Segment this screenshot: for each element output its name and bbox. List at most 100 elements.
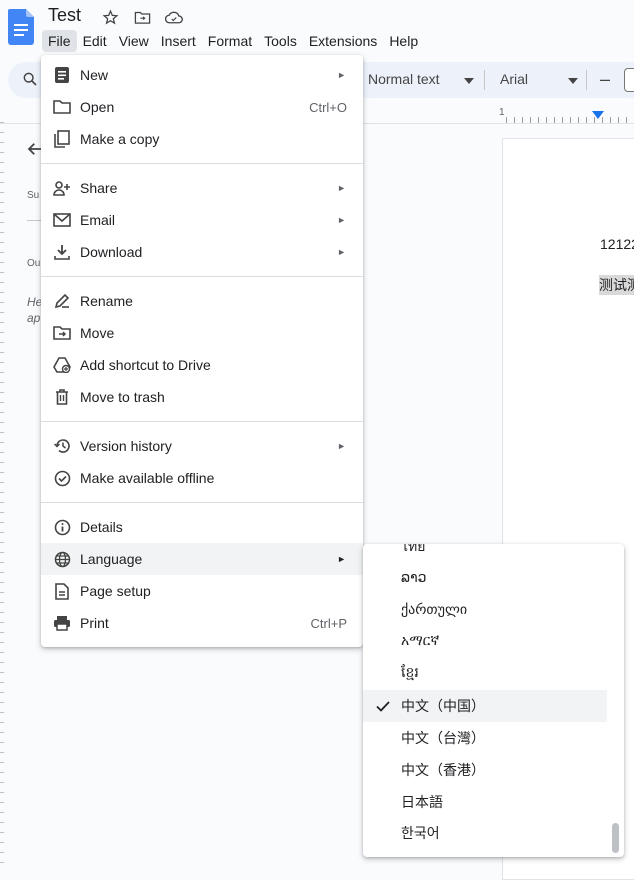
- ruler-number: 1: [499, 107, 505, 118]
- toolbar-divider: [484, 70, 485, 90]
- paragraph-style-select[interactable]: Normal text: [368, 71, 474, 87]
- menu-item-open[interactable]: Open Ctrl+O: [41, 91, 363, 123]
- cloud-saved-icon[interactable]: [164, 8, 184, 26]
- summary-label: Su: [27, 190, 40, 201]
- menu-item-label: Share: [80, 180, 118, 196]
- offline-icon: [53, 469, 71, 487]
- checkmark-icon: [376, 701, 390, 712]
- person-add-icon: [53, 179, 71, 197]
- menu-item-download[interactable]: Download ►: [41, 236, 363, 268]
- menu-item-label: Details: [80, 519, 123, 535]
- language-label: ខ្មែរ: [401, 664, 419, 681]
- docs-logo-icon[interactable]: [8, 9, 34, 45]
- copy-icon: [53, 130, 71, 148]
- print-icon: [53, 614, 71, 632]
- menu-tools[interactable]: Tools: [258, 30, 303, 52]
- history-icon: [53, 437, 71, 455]
- paragraph-style-value: Normal text: [368, 71, 440, 87]
- font-size-input[interactable]: [624, 68, 634, 92]
- menu-extensions[interactable]: Extensions: [303, 30, 383, 52]
- menu-item-label: Move to trash: [80, 389, 165, 405]
- shortcut-text: Ctrl+O: [309, 99, 347, 115]
- menu-edit[interactable]: Edit: [77, 30, 113, 52]
- menu-item-add-shortcut[interactable]: Add shortcut to Drive: [41, 349, 363, 381]
- menu-item-label: Version history: [80, 438, 172, 454]
- menu-item-page-setup[interactable]: Page setup: [41, 575, 363, 607]
- menu-item-label: Make a copy: [80, 131, 160, 147]
- menu-help[interactable]: Help: [383, 30, 424, 52]
- title-actions: [100, 8, 184, 26]
- language-label: 日本語: [401, 795, 443, 811]
- language-item-thai[interactable]: ไทย: [363, 544, 607, 563]
- menu-view[interactable]: View: [113, 30, 155, 52]
- language-item-chinese-taiwan[interactable]: 中文（台灣）: [363, 722, 607, 754]
- file-menu: New ► Open Ctrl+O Make a copy Share ► Em…: [41, 55, 363, 647]
- menu-item-make-available-offline[interactable]: Make available offline: [41, 462, 363, 494]
- move-folder-icon: [53, 324, 71, 342]
- menu-item-language[interactable]: Language ►: [41, 543, 363, 575]
- language-item-khmer[interactable]: ខ្មែរ: [363, 657, 607, 689]
- menu-item-label: Email: [80, 212, 116, 228]
- doc-icon: [53, 66, 71, 84]
- menu-item-rename[interactable]: Rename: [41, 285, 363, 317]
- menu-item-email[interactable]: Email ►: [41, 204, 363, 236]
- language-label: ລາວ: [401, 570, 427, 586]
- menu-item-label: Page setup: [80, 583, 151, 599]
- menu-divider: [41, 163, 363, 164]
- menu-item-new[interactable]: New ►: [41, 59, 363, 91]
- menu-item-label: Add shortcut to Drive: [80, 357, 211, 373]
- menu-item-move[interactable]: Move: [41, 317, 363, 349]
- menu-item-label: Make available offline: [80, 470, 215, 486]
- menu-file[interactable]: File: [42, 30, 77, 52]
- menu-format[interactable]: Format: [202, 30, 258, 52]
- language-item-korean[interactable]: 한국어: [363, 817, 607, 849]
- menu-divider: [41, 276, 363, 277]
- language-label: 한국어: [401, 826, 440, 842]
- submenu-arrow-icon: ►: [337, 215, 346, 225]
- language-item-georgian[interactable]: ქართული: [363, 594, 607, 626]
- shortcut-text: Ctrl+P: [310, 615, 347, 631]
- language-label: 中文（香港）: [401, 763, 485, 779]
- submenu-arrow-icon: ►: [337, 441, 346, 451]
- language-item-chinese-china[interactable]: 中文（中国）: [363, 690, 607, 722]
- document-line-1[interactable]: 12122: [600, 236, 634, 252]
- trash-icon: [53, 388, 71, 406]
- menu-item-print[interactable]: Print Ctrl+P: [41, 607, 363, 639]
- language-item-lao[interactable]: ລາວ: [363, 562, 607, 594]
- globe-icon: [53, 550, 71, 568]
- folder-icon: [53, 98, 71, 116]
- move-folder-icon[interactable]: [132, 8, 152, 26]
- language-label: አማርኛ: [401, 633, 440, 649]
- menu-divider: [41, 421, 363, 422]
- menu-item-move-to-trash[interactable]: Move to trash: [41, 381, 363, 413]
- menu-item-make-a-copy[interactable]: Make a copy: [41, 123, 363, 155]
- menu-item-label: Open: [80, 99, 115, 115]
- menu-item-details[interactable]: Details: [41, 511, 363, 543]
- language-item-japanese[interactable]: 日本語: [363, 786, 607, 818]
- language-item-chinese-hong-kong[interactable]: 中文（香港）: [363, 754, 607, 786]
- menu-item-label: Download: [80, 244, 143, 260]
- search-menus-icon[interactable]: [22, 71, 38, 92]
- menu-divider: [41, 502, 363, 503]
- submenu-scrollbar[interactable]: [612, 823, 619, 853]
- menubar: File Edit View Insert Format Tools Exten…: [42, 30, 424, 52]
- menu-item-share[interactable]: Share ►: [41, 172, 363, 204]
- indent-marker[interactable]: [592, 111, 604, 119]
- vertical-ruler: [0, 122, 4, 863]
- menu-item-version-history[interactable]: Version history ►: [41, 430, 363, 462]
- outline-label: Ou: [27, 258, 41, 269]
- document-title[interactable]: Test: [48, 5, 81, 26]
- font-select[interactable]: Arial: [500, 71, 579, 87]
- menu-item-label: Rename: [80, 293, 133, 309]
- mail-icon: [53, 211, 71, 229]
- document-line-2-selected[interactable]: 测试测: [599, 275, 634, 295]
- submenu-arrow-icon: ►: [337, 183, 346, 193]
- caret-down-icon: [568, 71, 579, 87]
- font-value: Arial: [500, 71, 529, 87]
- decrease-font-size-button[interactable]: –: [600, 69, 610, 90]
- language-item-amharic[interactable]: አማርኛ: [363, 625, 607, 657]
- submenu-arrow-icon: ►: [337, 247, 346, 257]
- menu-insert[interactable]: Insert: [155, 30, 202, 52]
- star-icon[interactable]: [100, 8, 120, 26]
- menu-item-label: New: [80, 67, 109, 83]
